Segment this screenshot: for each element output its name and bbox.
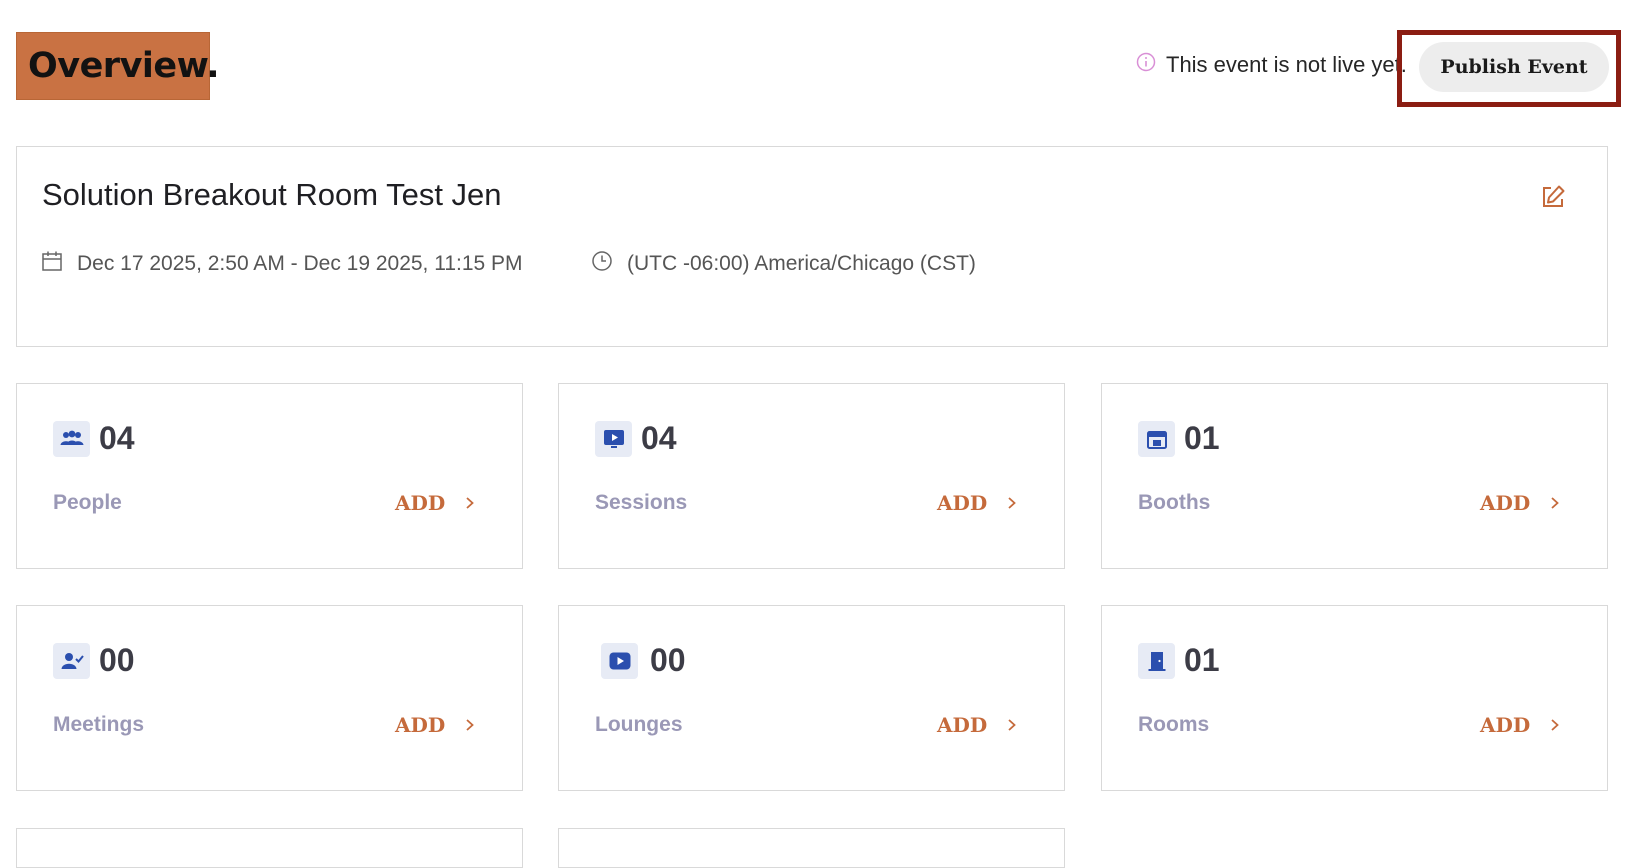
add-booths-button[interactable]: ADD: [1480, 488, 1560, 518]
chevron-right-icon: [465, 713, 475, 737]
add-sessions-button[interactable]: ADD: [937, 488, 1017, 518]
stat-card-rooms: 01 Rooms ADD: [1101, 605, 1608, 791]
meetings-icon: [53, 643, 90, 679]
stat-count: 01: [1184, 420, 1220, 456]
stat-card-partial: [558, 828, 1065, 868]
stat-label: People: [53, 491, 122, 514]
event-date-range: Dec 17 2025, 2:50 AM - Dec 19 2025, 11:1…: [77, 252, 523, 275]
add-label: ADD: [1480, 713, 1531, 737]
booth-icon: [1138, 421, 1175, 457]
stat-label: Sessions: [595, 491, 688, 514]
sessions-icon: [595, 421, 632, 457]
edit-event-button[interactable]: [1537, 183, 1569, 215]
stat-card-sessions: 04 Sessions ADD: [558, 383, 1065, 569]
stat-count: 00: [650, 642, 686, 678]
stat-count: 04: [641, 420, 677, 456]
publish-event-button[interactable]: Publish Event: [1419, 42, 1609, 92]
stat-label: Lounges: [595, 713, 683, 736]
status-text: This event is not live yet.: [1166, 52, 1407, 77]
people-icon: [53, 421, 90, 457]
add-label: ADD: [937, 491, 988, 515]
chevron-right-icon: [1550, 713, 1560, 737]
stat-card-meetings: 00 Meetings ADD: [16, 605, 523, 791]
stat-card-booths: 01 Booths ADD: [1101, 383, 1608, 569]
stat-count: 00: [99, 642, 135, 678]
add-label: ADD: [1480, 491, 1531, 515]
lounges-icon: [601, 643, 638, 679]
chevron-right-icon: [1550, 491, 1560, 515]
stat-card-people: 04 People ADD: [16, 383, 523, 569]
page-title: Overview.: [16, 32, 220, 100]
add-people-button[interactable]: ADD: [395, 488, 475, 518]
event-status: This event is not live yet.: [1136, 50, 1407, 80]
stat-card-lounges: 00 Lounges ADD: [558, 605, 1065, 791]
add-rooms-button[interactable]: ADD: [1480, 710, 1560, 740]
add-meetings-button[interactable]: ADD: [395, 710, 475, 740]
clock-icon: [591, 250, 613, 278]
stat-count: 01: [1184, 642, 1220, 678]
chevron-right-icon: [465, 491, 475, 515]
event-timezone: (UTC -06:00) America/Chicago (CST): [591, 249, 976, 279]
info-icon: [1136, 52, 1156, 78]
add-lounges-button[interactable]: ADD: [937, 710, 1017, 740]
add-label: ADD: [937, 713, 988, 737]
stat-count: 04: [99, 420, 135, 456]
chevron-right-icon: [1007, 713, 1017, 737]
add-label: ADD: [395, 491, 446, 515]
event-timezone-text: (UTC -06:00) America/Chicago (CST): [627, 252, 976, 275]
event-summary-card: Solution Breakout Room Test Jen Dec 17 2…: [16, 146, 1608, 347]
stat-card-partial: [16, 828, 523, 868]
rooms-icon: [1138, 643, 1175, 679]
edit-icon: [1539, 183, 1567, 216]
event-name: Solution Breakout Room Test Jen: [42, 177, 502, 212]
stat-label: Booths: [1138, 491, 1211, 514]
event-dates: Dec 17 2025, 2:50 AM - Dec 19 2025, 11:1…: [41, 249, 523, 279]
chevron-right-icon: [1007, 491, 1017, 515]
calendar-icon: [41, 250, 63, 278]
stat-label: Rooms: [1138, 713, 1210, 736]
stat-label: Meetings: [53, 713, 145, 736]
add-label: ADD: [395, 713, 446, 737]
